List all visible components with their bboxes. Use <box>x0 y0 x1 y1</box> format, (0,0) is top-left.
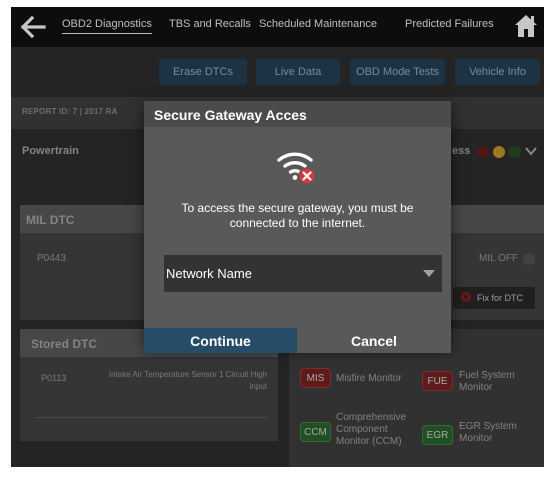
continue-button[interactable]: Continue <box>144 328 297 353</box>
dialog-title: Secure Gateway Acces <box>154 107 307 123</box>
network-name-label: Network Name <box>166 266 252 281</box>
network-name-select[interactable]: Network Name <box>164 255 442 292</box>
app-window: OBD2 Diagnostics TBS and Recalls Schedul… <box>11 7 544 467</box>
dialog-message: To access the secure gateway, you must b… <box>181 201 414 230</box>
screenshot-frame: OBD2 Diagnostics TBS and Recalls Schedul… <box>11 7 544 467</box>
cancel-button[interactable]: Cancel <box>297 328 451 353</box>
dialog-title-bar: Secure Gateway Acces <box>144 101 451 127</box>
wifi-error-icon <box>277 146 317 186</box>
secure-gateway-dialog: Secure Gateway Acces To access the secur… <box>144 101 451 353</box>
caret-down-icon <box>423 270 435 277</box>
